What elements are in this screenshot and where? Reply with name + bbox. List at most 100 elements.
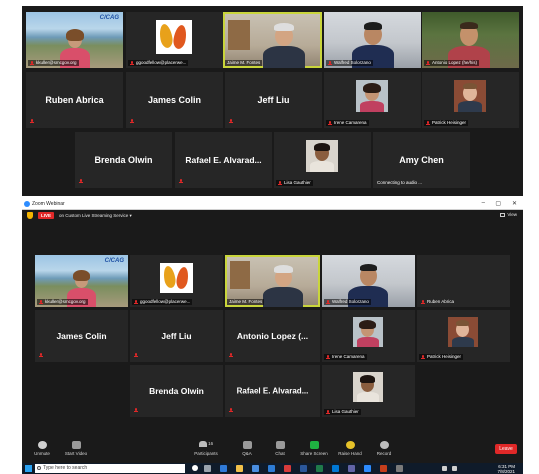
- zoom-webinar-window: Zoom Webinar – ▢ ✕ LIVE on Custom Live S…: [22, 199, 523, 474]
- participant-name-large: Brenda Olwin: [94, 155, 153, 165]
- profile-photo: [306, 140, 338, 172]
- network-icon[interactable]: [442, 466, 447, 471]
- chrome-icon[interactable]: [284, 465, 291, 472]
- raise-hand-button[interactable]: Raise Hand: [336, 441, 364, 456]
- participant-name: Irene Camarena: [326, 120, 369, 126]
- edge-browser-icon[interactable]: [220, 465, 227, 472]
- minimize-button[interactable]: –: [482, 200, 485, 206]
- video-tile-jaime-fontes[interactable]: Jaime M. Fontes: [225, 255, 320, 307]
- video-tile-rafael-alvarado[interactable]: Rafael E. Alvarad...: [225, 365, 320, 417]
- participant-name-large: Jeff Liu: [161, 331, 192, 341]
- video-tile-james-colin[interactable]: James Colin: [126, 72, 223, 128]
- ccag-logo: C/CAG: [104, 258, 124, 264]
- live-stream-bar: LIVE on Custom Live Streaming Service ▾ …: [22, 210, 523, 222]
- store-icon[interactable]: [252, 465, 259, 472]
- video-tile-rafael-alvarado[interactable]: Rafael E. Alvarad...: [175, 132, 272, 188]
- video-tile-jeff-liu[interactable]: Jeff Liu: [130, 310, 223, 362]
- live-streaming-service-dropdown[interactable]: on Custom Live Streaming Service ▾: [59, 213, 132, 219]
- start-video-button[interactable]: Start Video: [62, 441, 90, 456]
- muted-mic-icon: [278, 180, 282, 186]
- muted-mic-icon: [134, 299, 138, 305]
- muted-mic-icon: [421, 354, 425, 360]
- participants-button[interactable]: 16 Participants: [192, 441, 220, 456]
- windows-start-icon[interactable]: [25, 465, 32, 472]
- powerpoint-icon[interactable]: [380, 465, 387, 472]
- cortana-icon[interactable]: [192, 465, 198, 471]
- video-tile-jaime-fontes[interactable]: Jaime M. Fontes: [223, 12, 322, 68]
- muted-mic-icon: [426, 120, 430, 126]
- leave-button[interactable]: Leave: [495, 444, 517, 454]
- muted-mic-icon: [30, 60, 34, 66]
- video-tile-irene-camarena[interactable]: Irene Camarena: [322, 310, 415, 362]
- video-tile-amy-chen[interactable]: Amy Chen Connecting to audio ...: [373, 132, 470, 188]
- live-badge[interactable]: LIVE: [38, 212, 55, 219]
- teams-icon[interactable]: [348, 465, 355, 472]
- participant-name: Jaime M. Fontes: [225, 60, 263, 66]
- unmute-button[interactable]: Unmute: [28, 441, 56, 456]
- task-view-icon[interactable]: [204, 465, 211, 472]
- share-screen-button[interactable]: Share Screen: [300, 441, 328, 456]
- video-tile-lisa-gauthier[interactable]: Lisa Gauthier: [322, 365, 415, 417]
- video-tile-ggoodfellow[interactable]: ggoodfellow@placerwe...: [126, 12, 223, 68]
- video-tile-irene-camarena[interactable]: Irene Camarena: [324, 72, 421, 128]
- chat-button[interactable]: Chat: [266, 441, 294, 456]
- video-tile-kkuller[interactable]: C/CAG kkuller@smcgov.org: [35, 255, 128, 307]
- record-button[interactable]: Record: [370, 441, 398, 456]
- view-button[interactable]: View: [500, 212, 517, 217]
- muted-mic-icon: [421, 299, 425, 305]
- qa-button[interactable]: Q&A: [233, 441, 261, 456]
- participant-name-large: Rafael E. Alvarad...: [185, 155, 262, 165]
- mail-icon[interactable]: [268, 465, 275, 472]
- word-icon[interactable]: [300, 465, 307, 472]
- video-tile-jeff-liu[interactable]: Jeff Liu: [225, 72, 322, 128]
- video-tile-patrick-heisinger[interactable]: Patrick Heisinger: [422, 72, 519, 128]
- video-tile-antonio-lopez[interactable]: Antonio Lopez (...: [225, 310, 320, 362]
- video-tile-kkuller[interactable]: C/CAG kkuller@smcgov.org: [26, 12, 123, 68]
- video-tile-brenda-olwin[interactable]: Brenda Olwin: [75, 132, 172, 188]
- participant-name: Patrick Heisinger: [419, 354, 464, 360]
- participant-name-large: Brenda Olwin: [149, 386, 204, 396]
- windows-taskbar: Type here to search 6:31 PM 7/8/2021: [22, 463, 523, 474]
- video-tile-walfred-solorzano[interactable]: Walfred Solorzano: [324, 12, 421, 68]
- video-tile-ruben-abrica[interactable]: Ruben Abrica: [417, 255, 510, 307]
- outlook-icon[interactable]: [332, 465, 339, 472]
- video-tile-lisa-gauthier[interactable]: Lisa Gauthier: [274, 132, 371, 188]
- app-icon[interactable]: [396, 465, 403, 472]
- video-tile-brenda-olwin[interactable]: Brenda Olwin: [130, 365, 223, 417]
- qa-icon: [242, 441, 252, 449]
- bookshelf: [228, 20, 250, 50]
- muted-mic-icon: [328, 120, 332, 126]
- video-tile-ggoodfellow[interactable]: ggoodfellow@placerwe...: [130, 255, 223, 307]
- zoom-logo-icon: [24, 201, 30, 207]
- zoom-taskbar-icon[interactable]: [364, 465, 371, 472]
- muted-mic-icon: [326, 299, 330, 305]
- muted-mic-icon: [326, 409, 330, 415]
- meeting-toolbar: Unmute Start Video 16 Participants Q&A C…: [22, 437, 523, 463]
- muted-mic-icon: [229, 119, 233, 124]
- video-tile-walfred-solorzano[interactable]: Walfred Solorzano: [322, 255, 415, 307]
- record-icon: [379, 441, 389, 449]
- profile-photo: [353, 372, 383, 402]
- volume-icon[interactable]: [452, 466, 457, 471]
- video-tile-james-colin[interactable]: James Colin: [35, 310, 128, 362]
- security-shield-icon[interactable]: [27, 212, 33, 219]
- taskbar-search-input[interactable]: Type here to search: [35, 464, 185, 473]
- video-tile-ruben-abrica[interactable]: Ruben Abrica: [26, 72, 123, 128]
- participant-name-large: Amy Chen: [399, 155, 444, 165]
- leaves-image: [156, 20, 192, 54]
- chat-icon: [275, 441, 285, 449]
- video-tile-antonio-lopez[interactable]: Antonio Lopez (he/his): [422, 12, 519, 68]
- participant-name: kkuller@smcgov.org: [37, 299, 88, 305]
- participants-count: 16: [208, 441, 214, 447]
- participant-name: Antonio Lopez (he/his): [424, 60, 480, 66]
- close-button[interactable]: ✕: [512, 200, 517, 207]
- video-tile-patrick-heisinger[interactable]: Patrick Heisinger: [417, 310, 510, 362]
- file-explorer-icon[interactable]: [236, 465, 243, 472]
- maximize-button[interactable]: ▢: [495, 200, 501, 207]
- taskbar-clock[interactable]: 6:31 PM 7/8/2021: [497, 464, 515, 474]
- ccag-logo: C/CAG: [99, 15, 119, 21]
- excel-icon[interactable]: [316, 465, 323, 472]
- raise-hand-icon: [345, 441, 355, 449]
- video-camera-icon: [71, 441, 81, 449]
- profile-photo: [454, 80, 486, 112]
